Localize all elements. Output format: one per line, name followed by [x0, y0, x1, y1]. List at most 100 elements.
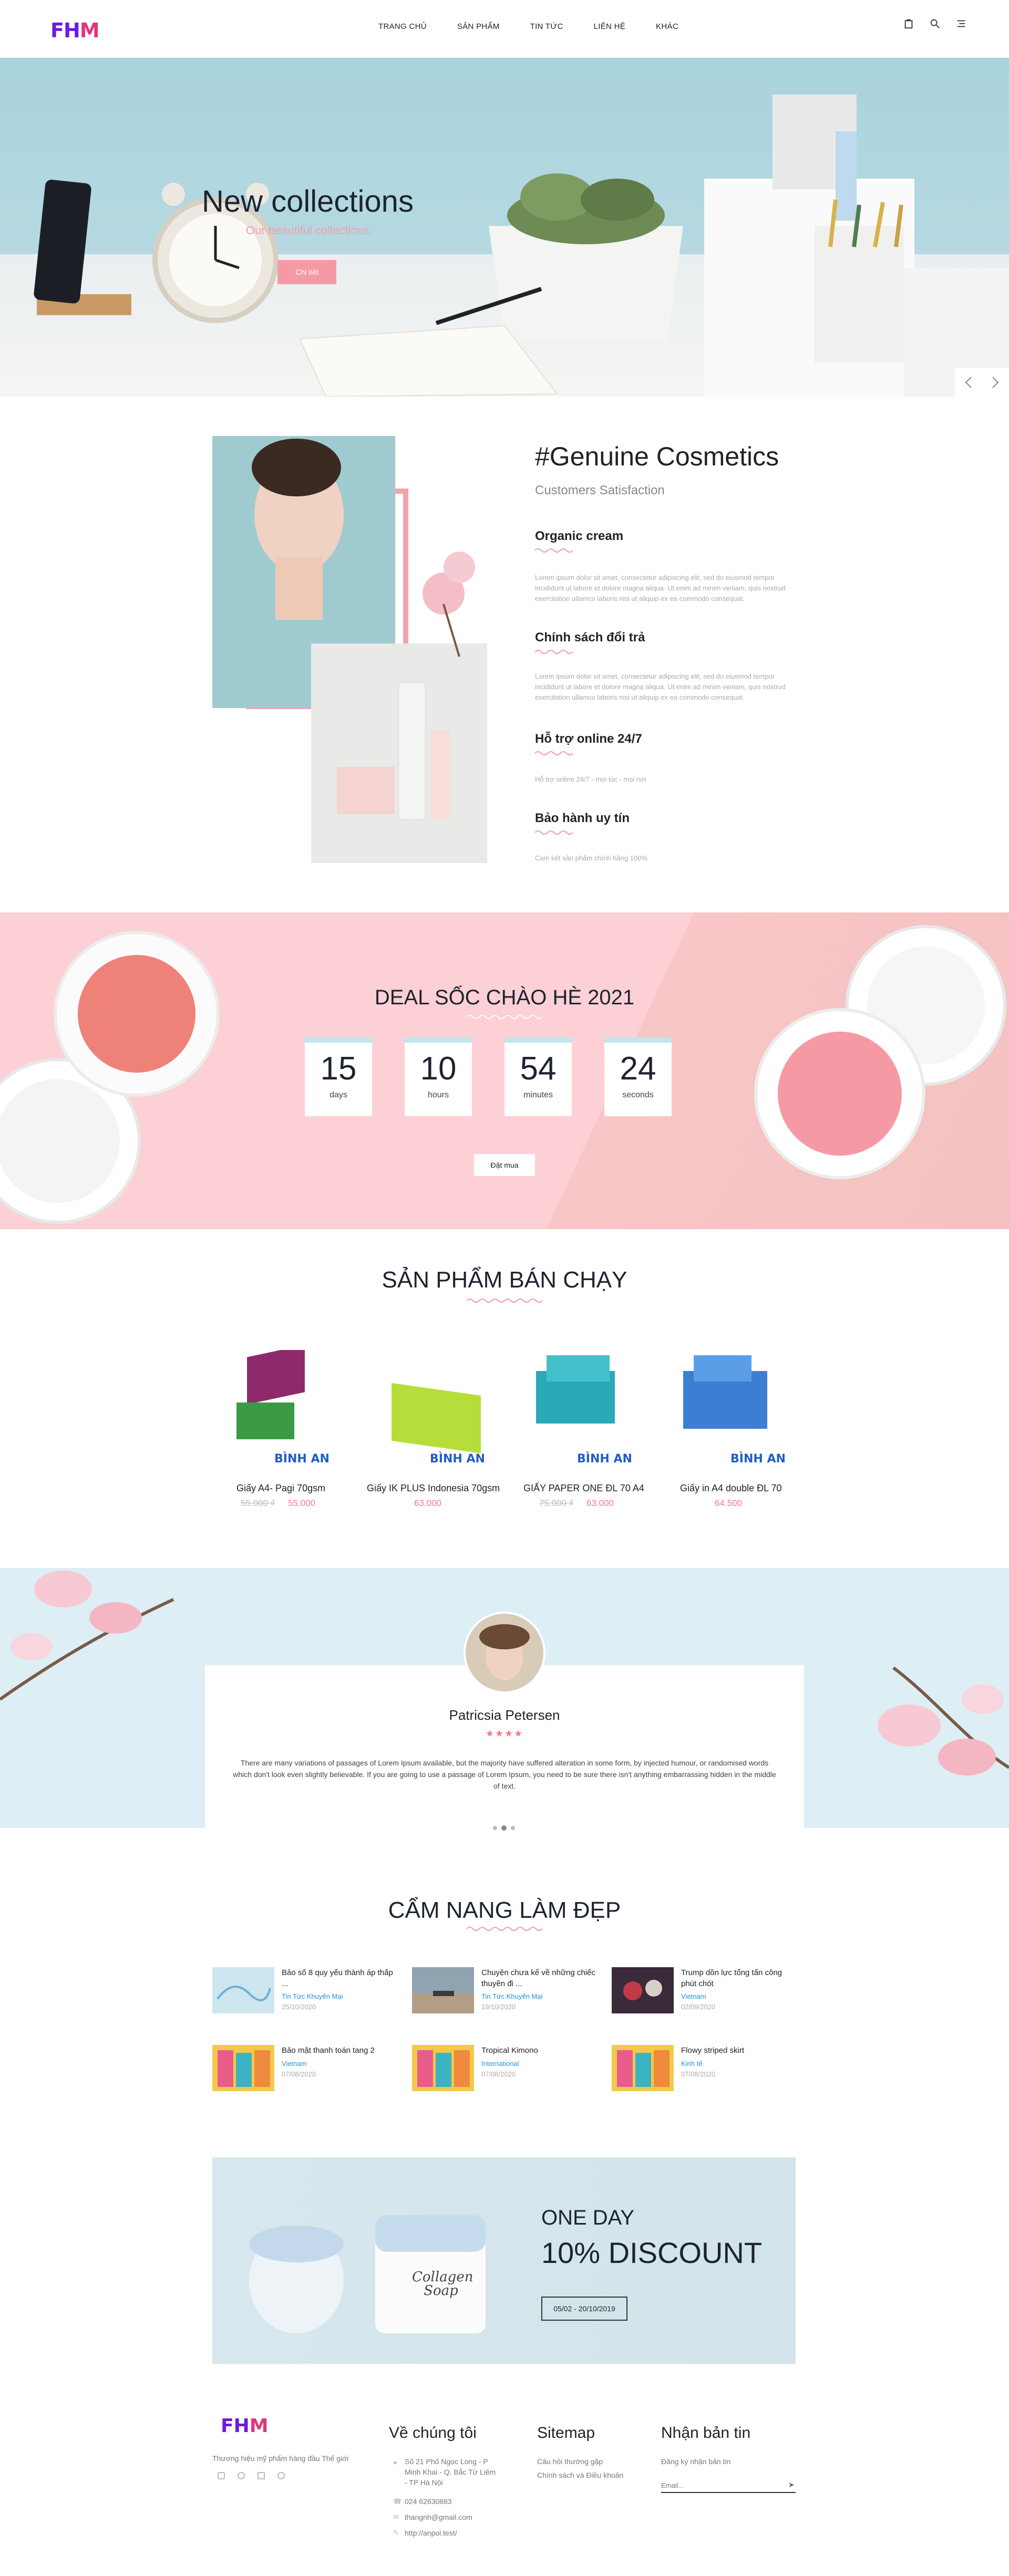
- blog-post-date: 07/08/2020: [481, 2070, 516, 2078]
- genuine-title: #Genuine Cosmetics: [535, 442, 779, 471]
- send-icon[interactable]: ➤: [788, 2480, 795, 2489]
- blog-post-category[interactable]: Vietnam: [681, 1992, 706, 2000]
- slider-dot-active[interactable]: [501, 1825, 507, 1831]
- blog-post-title[interactable]: Tropical Kimono: [481, 2045, 597, 2056]
- facebook-icon[interactable]: [218, 2472, 225, 2479]
- countdown-seconds: 24 seconds: [604, 1037, 672, 1116]
- rating-stars: ★★★★: [485, 1728, 524, 1739]
- feature-title-return: Chính sách đổi trả: [535, 630, 645, 645]
- nav-item-news[interactable]: TIN TỨC: [530, 22, 563, 31]
- blog-post-category[interactable]: Kinh tế: [681, 2060, 702, 2068]
- footer-phone[interactable]: 024 62630883: [405, 2496, 452, 2507]
- blog-post[interactable]: Tropical Kimono International 07/08/2020: [412, 2045, 601, 2097]
- product-name[interactable]: Giấy in A4 double ĐL 70: [680, 1483, 781, 1494]
- slider-dot[interactable]: [511, 1826, 515, 1830]
- location-icon: ●: [393, 2458, 397, 2466]
- product-name[interactable]: GIẤY PAPER ONE ĐL 70 A4: [523, 1483, 644, 1494]
- wave-divider: [467, 1927, 542, 1931]
- footer-website[interactable]: http://anpoi.test/: [405, 2528, 457, 2538]
- feature-text-support: Hỗ trợ online 24/7 - mọi lúc - mọi nơi: [535, 775, 646, 783]
- cart-icon[interactable]: [903, 18, 914, 29]
- hero-image: [34, 95, 1009, 397]
- menu-icon[interactable]: [955, 18, 967, 29]
- newsletter-text: Đăng ký nhận bản tin: [661, 2457, 731, 2466]
- blog-post-title[interactable]: Flowy striped skirt: [681, 2045, 797, 2056]
- blog-post[interactable]: Flowy striped skirt Kinh tế 07/08/2020: [612, 2045, 801, 2097]
- instagram-icon[interactable]: [277, 2472, 285, 2479]
- product-price: 64.500: [715, 1498, 742, 1508]
- blog-post-title[interactable]: Chuyện chưa kể về những chiếc thuyền đi …: [481, 1967, 597, 1989]
- blog-post-title[interactable]: Bảo mật thanh toán tang 2: [282, 2045, 397, 2056]
- product-price: 63.000: [414, 1498, 441, 1508]
- feature-text-warranty: Cam kết sản phẩm chính hãng 100%: [535, 854, 647, 862]
- blog-post-date: 07/08/2020: [282, 2070, 316, 2078]
- nav-item-home[interactable]: TRANG CHỦ: [378, 22, 427, 31]
- testimonial-text: There are many variations of passages of…: [233, 1759, 776, 1790]
- wave-divider: [535, 830, 573, 835]
- jar-label: Collagen Soap: [412, 2269, 473, 2299]
- blog-post-title[interactable]: Bảo số 8 quy yếu thành áp thấp ...: [282, 1967, 397, 1989]
- deal-section: DEAL SỐC CHÀO HÈ 2021 15 days 10 hours 54 m…: [0, 912, 1009, 1229]
- chevron-left-icon[interactable]: [963, 375, 974, 390]
- blog-post-category[interactable]: Tin Tức Khuyến Mại: [481, 1992, 542, 2000]
- blog-thumbnail: [212, 2045, 274, 2091]
- footer-about-title: Về chúng tôi: [389, 2424, 477, 2442]
- footer-sitemap-title: Sitemap: [537, 2424, 595, 2442]
- countdown-hours: 10 hours: [405, 1037, 472, 1116]
- countdown-label: days: [330, 1090, 347, 1099]
- slider-dot[interactable]: [493, 1826, 497, 1830]
- hero-detail-button[interactable]: Chi tiết: [277, 260, 336, 284]
- wave-divider: [535, 751, 573, 755]
- chevron-right-icon[interactable]: [990, 375, 1001, 390]
- blog-post-category[interactable]: International: [481, 2060, 519, 2068]
- blog-post-title[interactable]: Trump dồn lực tổng tấn công phút chót: [681, 1967, 797, 1989]
- promo-line1: ONE DAY: [541, 2206, 635, 2229]
- product-old-price: 75.000 ₫: [539, 1498, 574, 1508]
- product-price: 55.000: [288, 1498, 315, 1508]
- youtube-icon[interactable]: [258, 2472, 265, 2479]
- promo-date-button[interactable]: 05/02 - 20/10/2019: [541, 2297, 627, 2321]
- feature-title-warranty: Bảo hành uy tín: [535, 811, 630, 825]
- footer-logo[interactable]: FHM: [221, 2415, 269, 2437]
- collagen-jar-image: [249, 2215, 486, 2333]
- link-icon: ✎: [393, 2529, 399, 2537]
- nav-item-contact[interactable]: LIÊN HỆ: [594, 22, 625, 31]
- blog-post-date: 25/10/2020: [282, 2003, 316, 2011]
- newsletter-email-input[interactable]: [661, 2478, 796, 2493]
- sitemap-link[interactable]: Câu hỏi thường gặp: [537, 2456, 603, 2467]
- countdown-value: 24: [620, 1051, 656, 1087]
- blog-thumbnail: [412, 1967, 474, 2013]
- blog-post[interactable]: Bảo mật thanh toán tang 2 Vietnam 07/08/…: [212, 2045, 401, 2097]
- twitter-icon[interactable]: [238, 2472, 245, 2479]
- countdown-label: seconds: [622, 1090, 654, 1099]
- blog-post[interactable]: Chuyện chưa kể về những chiếc thuyền đi …: [412, 1967, 601, 2020]
- blog-post[interactable]: Trump dồn lực tổng tấn công phút chót Vi…: [612, 1967, 801, 2020]
- promo-line2: 10% DISCOUNT: [541, 2236, 763, 2269]
- product-name[interactable]: Giấy IK PLUS Indonesia 70gsm: [367, 1483, 500, 1494]
- sitemap-link[interactable]: Chính sách và Điều khoản: [537, 2470, 623, 2480]
- product-name[interactable]: Giấy A4- Pagi 70gsm: [236, 1483, 325, 1494]
- deal-order-button[interactable]: Đặt mua: [474, 1154, 535, 1176]
- site-logo[interactable]: FHM: [50, 19, 100, 42]
- phone-icon: ☎: [393, 2497, 402, 2505]
- footer-email[interactable]: thangnh@gmail.com: [405, 2512, 472, 2522]
- nav-item-products[interactable]: SẢN PHẨM: [457, 22, 500, 31]
- footer-newsletter-title: Nhận bản tin: [661, 2424, 751, 2442]
- site-header: FHM TRANG CHỦ SẢN PHẨM TIN TỨC LIÊN HỆ K…: [0, 0, 1009, 58]
- product-old-price: 55.000 ₫: [241, 1498, 275, 1508]
- blog-thumbnail: [612, 1967, 674, 2013]
- blog-post-category[interactable]: Vietnam: [282, 2060, 306, 2068]
- brand-badge: BÌNH AN: [577, 1452, 632, 1466]
- blog-post[interactable]: Bảo số 8 quy yếu thành áp thấp ... Tin T…: [212, 1967, 401, 2020]
- avatar: [464, 1612, 545, 1694]
- brand-badge: BÌNH AN: [730, 1452, 786, 1466]
- blog-thumbnail: [612, 2045, 674, 2091]
- blog-post-date: 07/08/2020: [681, 2070, 716, 2078]
- nav-item-other[interactable]: KHÁC: [656, 22, 678, 31]
- search-icon[interactable]: [929, 18, 941, 29]
- logo-text-part1: FH: [221, 2415, 250, 2437]
- bestsellers-title: SẢN PHẨM BÁN CHẠY: [382, 1267, 627, 1293]
- blog-thumbnail: [212, 1967, 274, 2013]
- hero-title: New collections: [202, 184, 414, 219]
- blog-post-category[interactable]: Tin Tức Khuyến Mại: [282, 1992, 343, 2000]
